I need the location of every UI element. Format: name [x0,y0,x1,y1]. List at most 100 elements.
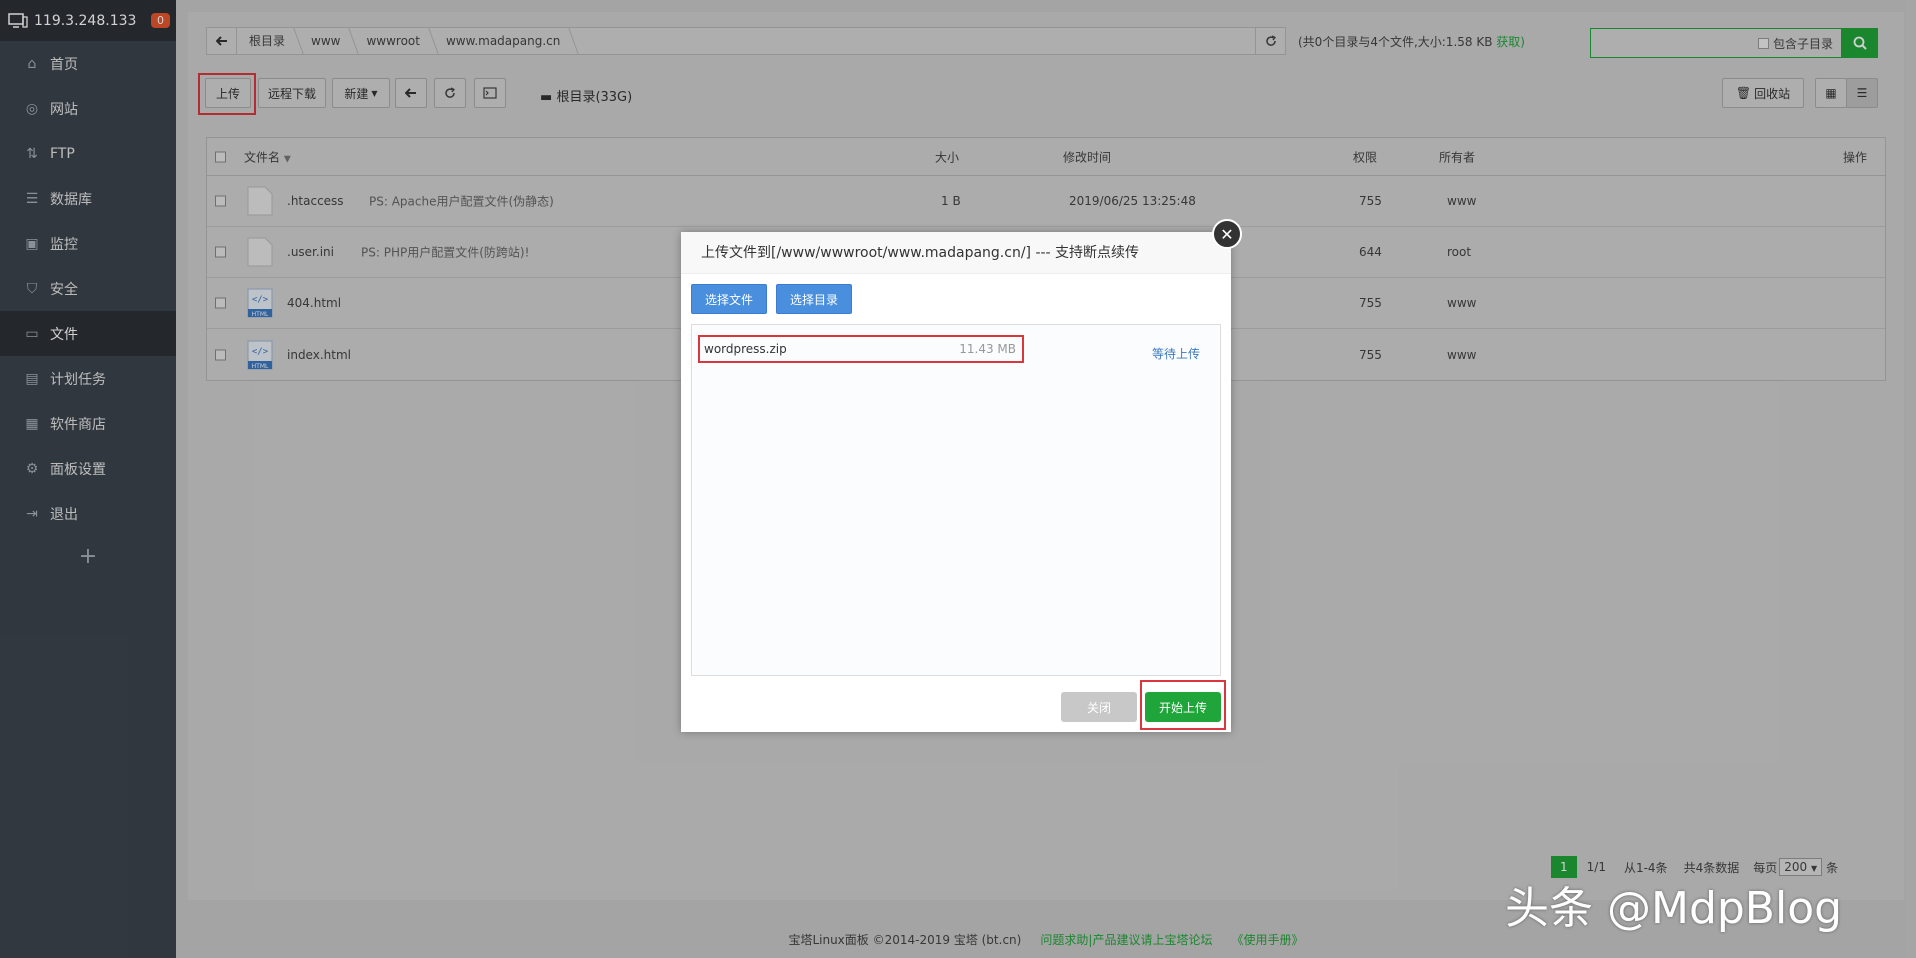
search-button[interactable] [1842,28,1878,58]
file-owner[interactable]: www [1447,348,1476,362]
file-perm[interactable]: 755 [1359,296,1382,310]
summary-text: (共0个目录与4个文件,大小:1.58 KB [1298,35,1493,49]
select-all-checkbox[interactable] [215,151,226,162]
file-name[interactable]: index.html [287,348,351,362]
drive-icon: ▬ [540,90,553,105]
sidebar-item-store[interactable]: ▦ 软件商店 [0,401,176,446]
file-size: 1 B [941,194,961,208]
choose-dir-button[interactable]: 选择目录 [776,284,852,314]
grid-view-button[interactable]: ▦ [1815,78,1847,108]
search-icon [1853,36,1867,50]
sidebar-item-website[interactable]: ◎ 网站 [0,86,176,131]
subdir-label: 包含子目录 [1772,37,1833,51]
col-mtime[interactable]: 修改时间 [1063,148,1111,165]
gear-icon: ⚙ [25,460,39,477]
sidebar-item-label: 计划任务 [50,371,106,388]
upload-status: 等待上传 [1152,347,1201,361]
folder-icon: ▭ [25,325,39,342]
arrow-left-icon [405,88,416,98]
file-name[interactable]: 404.html [287,296,341,310]
sidebar-item-label: 软件商店 [50,416,106,433]
sidebar-item-database[interactable]: ☰ 数据库 [0,176,176,221]
new-dropdown-button[interactable]: 新建 ▼ [332,78,390,108]
sidebar-item-home[interactable]: ⌂ 首页 [0,41,176,86]
list-icon: ☰ [1856,86,1868,100]
breadcrumb-root[interactable]: 根目录 [237,28,299,54]
back-button[interactable] [207,28,237,54]
row-checkbox[interactable] [215,349,226,360]
row-checkbox[interactable] [215,297,226,309]
file-owner[interactable]: www [1447,296,1476,310]
cancel-button[interactable]: 关闭 [1061,692,1137,722]
file-name[interactable]: .user.ini [287,245,334,259]
file-name[interactable]: .htaccess [287,194,344,208]
highlight-box [1140,680,1226,730]
html-file-icon: </> HTML [247,340,273,370]
file-perm[interactable]: 755 [1359,194,1382,208]
ftp-icon: ⇅ [26,145,38,162]
sidebar-item-ftp[interactable]: ⇅ FTP [0,131,176,176]
upload-file-name: wordpress.zip [704,342,787,356]
sidebar-item-label: 网站 [50,101,78,118]
highlight-box [198,73,256,115]
breadcrumb-site[interactable]: www.madapang.cn [434,28,574,54]
sidebar-item-security[interactable]: ⛉ 安全 [0,266,176,311]
sidebar-item-logout[interactable]: ⇥ 退出 [0,491,176,536]
sort-caret-icon: ▼ [283,154,291,164]
sidebar-item-files[interactable]: ▭ 文件 [0,311,176,356]
sidebar-item-settings[interactable]: ⚙ 面板设置 [0,446,176,491]
file-icon [247,237,273,267]
subdir-checkbox[interactable]: 包含子目录 [1757,35,1833,52]
file-perm[interactable]: 644 [1359,245,1382,259]
search-input[interactable]: 包含子目录 [1590,28,1842,58]
file-owner[interactable]: www [1447,194,1476,208]
file-note: PS: Apache用户配置文件(伪静态) [369,194,554,209]
breadcrumb-www[interactable]: www [299,28,354,54]
chart-icon: ▣ [25,235,39,252]
close-icon[interactable]: ✕ [1212,219,1242,249]
watermark: 头条 @MdpBlog [1505,883,1843,934]
choose-file-button[interactable]: 选择文件 [691,284,767,314]
grid-icon: ▦ [1825,86,1837,100]
row-checkbox[interactable] [215,246,226,258]
svg-text:</>: </> [252,347,269,357]
sidebar-item-label: 监控 [50,236,78,253]
terminal-button[interactable] [474,78,506,108]
sidebar-item-cron[interactable]: ▤ 计划任务 [0,356,176,401]
forum-link[interactable]: 问题求助|产品建议请上宝塔论坛 [1040,933,1212,947]
back-dir-button[interactable] [395,78,427,108]
col-size[interactable]: 大小 [935,148,959,165]
sidebar-item-label: 文件 [50,326,78,343]
sidebar-item-label: 首页 [50,56,78,73]
shield-icon: ⛉ [26,280,38,297]
add-menu-button[interactable]: + [0,544,176,569]
sidebar-item-monitor[interactable]: ▣ 监控 [0,221,176,266]
svg-text:HTML: HTML [252,363,269,370]
manual-link[interactable]: 《使用手册》 [1232,933,1304,947]
col-owner: 所有者 [1439,150,1476,164]
notification-badge[interactable]: 0 [151,13,170,28]
disk-info[interactable]: ▬ 根目录(33G) [540,86,632,105]
table-header: 文件名 ▼ 大小 修改时间 权限 所有者 操作 [207,138,1885,176]
file-perm[interactable]: 755 [1359,348,1382,362]
sidebar-item-label: 数据库 [50,191,92,208]
row-checkbox[interactable] [215,195,226,207]
file-owner[interactable]: root [1447,245,1471,259]
checkbox-icon[interactable] [1757,38,1769,49]
refresh-icon [1265,35,1276,46]
get-size-link[interactable]: 获取) [1496,35,1525,49]
recycle-bin-button[interactable]: 🗑 回收站 [1722,78,1804,108]
trash-icon: 🗑 [1735,86,1752,100]
sidebar-item-label: FTP [50,145,75,162]
refresh-button[interactable] [434,78,466,108]
svg-text:</>: </> [252,295,269,305]
col-name[interactable]: 文件名 ▼ [244,148,291,165]
upload-file-list: wordpress.zip 11.43 MB 等待上传 [691,324,1221,676]
arrow-left-icon [215,36,227,46]
breadcrumb-wwwroot[interactable]: wwwroot [354,28,434,54]
disk-label: 根目录(33G) [556,90,633,105]
table-row[interactable]: .htaccess PS: Apache用户配置文件(伪静态) 1 B 2019… [207,176,1885,227]
list-view-button[interactable]: ☰ [1846,78,1878,108]
remote-download-button[interactable]: 远程下载 [258,78,326,108]
refresh-path-button[interactable] [1255,28,1285,54]
